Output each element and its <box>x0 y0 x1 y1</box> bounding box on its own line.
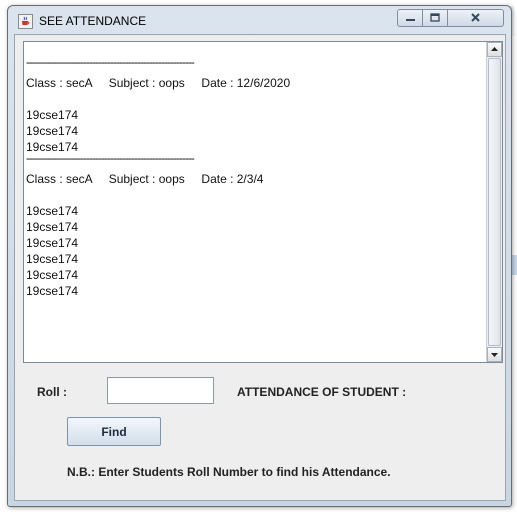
roll-entry: 19cse174 <box>26 108 79 122</box>
content-panel: ----------------------------------------… <box>14 34 506 501</box>
roll-entry: 19cse174 <box>26 268 79 282</box>
java-cup-icon <box>18 14 33 29</box>
roll-label: Roll : <box>37 385 67 399</box>
minimize-icon <box>406 19 415 21</box>
roll-entry: 19cse174 <box>26 124 79 138</box>
roll-entry: 19cse174 <box>26 236 79 250</box>
minimize-button[interactable] <box>397 9 423 27</box>
window-title: SEE ATTENDANCE <box>39 14 147 28</box>
output-text: ----------------------------------------… <box>24 42 486 362</box>
close-button[interactable] <box>447 9 504 27</box>
maximize-icon <box>430 13 440 22</box>
record-header: Class : secA Subject : oops Date : 2/3/4 <box>26 172 264 186</box>
attendance-window: SEE ATTENDANCE -------------------------… <box>7 5 512 507</box>
roll-entry: 19cse174 <box>26 252 79 266</box>
close-icon <box>471 13 480 22</box>
attendance-of-student-label: ATTENDANCE OF STUDENT : <box>237 385 407 399</box>
roll-entry: 19cse174 <box>26 204 79 218</box>
scroll-thumb[interactable] <box>488 58 501 346</box>
separator-line: ----------------------------------------… <box>26 55 195 69</box>
scroll-up-button[interactable] <box>487 42 502 57</box>
roll-entry: 19cse174 <box>26 284 79 298</box>
arrow-up-icon <box>491 47 498 51</box>
instruction-note: N.B.: Enter Students Roll Number to find… <box>67 465 391 479</box>
title-bar[interactable]: SEE ATTENDANCE <box>8 6 511 34</box>
arrow-down-icon <box>491 353 498 357</box>
separator-line: ----------------------------------------… <box>26 151 195 165</box>
find-button[interactable]: Find <box>67 417 161 446</box>
scroll-down-button[interactable] <box>487 347 502 362</box>
roll-entry: 19cse174 <box>26 220 79 234</box>
vertical-scrollbar[interactable] <box>486 42 502 362</box>
maximize-button[interactable] <box>422 9 448 27</box>
attendance-output-area[interactable]: ----------------------------------------… <box>23 41 503 363</box>
record-header: Class : secA Subject : oops Date : 12/6/… <box>26 76 291 90</box>
roll-number-input[interactable] <box>107 377 214 404</box>
